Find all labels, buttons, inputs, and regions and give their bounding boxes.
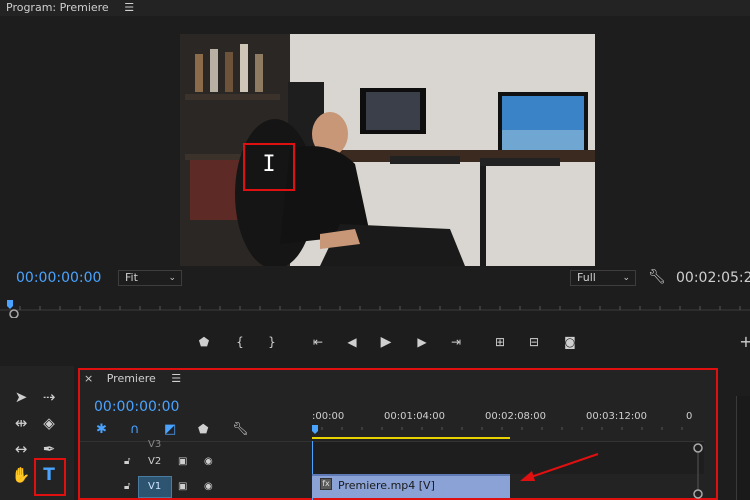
audio-meter-panel — [736, 396, 750, 500]
timeline-ruler[interactable]: :00:00 00:01:04:00 00:02:08:00 00:03:12:… — [312, 411, 712, 425]
program-monitor-header: Program: Premiere ☰ — [0, 0, 750, 16]
chevron-down-icon: ⌄ — [622, 273, 630, 283]
video-clip[interactable]: Premiere.mp4 [V] — [312, 474, 510, 498]
eye-icon[interactable]: ◉ — [204, 456, 213, 467]
export-frame-icon[interactable]: ◙ — [560, 332, 580, 352]
go-to-out-icon[interactable]: ⇥ — [446, 332, 466, 352]
go-to-in-icon[interactable]: ⇤ — [308, 332, 328, 352]
ruler-label: 00:01:04:00 — [384, 411, 446, 422]
sync-lock-icon[interactable]: ▣ — [178, 456, 187, 467]
track-area-v2-v3[interactable] — [312, 441, 704, 474]
extract-icon[interactable]: ⊟ — [524, 332, 544, 352]
pen-tool-icon[interactable]: ✒ — [38, 438, 60, 460]
slip-tool-icon[interactable]: ↔ — [10, 438, 32, 460]
track-header-v1[interactable]: 🔓︎ V1 ▣ ◉ — [80, 476, 312, 498]
vertical-scrollbar[interactable] — [690, 442, 706, 500]
ruler-label: :00:00 — [312, 411, 345, 422]
eye-icon[interactable]: ◉ — [204, 481, 213, 492]
wrench-icon[interactable]: 🔧︎ — [232, 422, 249, 437]
scrubber-ticks — [19, 306, 741, 310]
track-name: V1 — [148, 481, 162, 492]
text-cursor-icon: I — [262, 152, 276, 177]
zoom-handle[interactable] — [9, 309, 19, 318]
linked-selection-icon[interactable]: ◩ — [164, 422, 176, 437]
step-back-icon[interactable]: ◀ — [342, 332, 362, 352]
work-area-bar[interactable] — [312, 437, 510, 439]
lock-icon[interactable]: 🔓︎ — [124, 481, 130, 492]
razor-tool-icon[interactable]: ◈ — [38, 412, 60, 434]
sequence-tab[interactable]: Premiere — [107, 372, 156, 385]
sync-lock-icon[interactable]: ▣ — [178, 481, 187, 492]
lock-icon[interactable]: 🔓︎ — [124, 456, 130, 467]
transport-controls: ⬟ { } ⇤ ◀ ▶ ▶ ⇥ ⊞ ⊟ ◙ + — [0, 332, 750, 354]
program-timecode-duration: 00:02:05:24 — [676, 270, 750, 286]
zoom-level-dropdown[interactable]: Fit ⌄ — [118, 270, 182, 286]
wrench-icon[interactable]: 🔧︎ — [648, 269, 666, 285]
zoom-level-value: Fit — [125, 271, 138, 284]
playhead-icon[interactable] — [7, 300, 13, 309]
playback-resolution-dropdown[interactable]: Full ⌄ — [570, 270, 636, 286]
clip-label: Premiere.mp4 [V] — [338, 479, 435, 492]
ripple-edit-tool-icon[interactable]: ⇹ — [10, 412, 32, 434]
track-select-tool-icon[interactable]: ⇢ — [38, 386, 60, 408]
add-marker-icon[interactable]: ⬟ — [198, 422, 208, 436]
chevron-down-icon: ⌄ — [168, 273, 176, 283]
ruler-label: 0 — [686, 411, 693, 422]
ruler-label: 00:02:08:00 — [485, 411, 547, 422]
snap-icon[interactable]: ∩ — [130, 422, 140, 437]
track-name: V3 — [148, 439, 162, 450]
fx-badge-icon: fx — [320, 478, 332, 490]
program-monitor-title[interactable]: Program: Premiere — [6, 1, 109, 14]
lift-icon[interactable]: ⊞ — [490, 332, 510, 352]
playback-resolution-value: Full — [577, 271, 596, 284]
add-button-icon[interactable]: + — [736, 332, 750, 352]
program-timecode-current[interactable]: 00:00:00:00 — [16, 270, 101, 286]
timeline-header: × Premiere ☰ — [80, 372, 181, 390]
hand-tool-icon[interactable]: ✋ — [10, 464, 32, 486]
type-tool-highlight — [34, 458, 66, 496]
close-icon[interactable]: × — [84, 372, 93, 385]
mark-in-icon[interactable]: { — [230, 332, 250, 352]
mark-out-icon[interactable]: } — [262, 332, 282, 352]
hamburger-icon[interactable]: ☰ — [171, 372, 181, 385]
annotation-arrow-icon — [520, 453, 599, 481]
add-marker-icon[interactable]: ⬟ — [194, 332, 214, 352]
track-name: V2 — [148, 456, 162, 467]
timeline-playhead-icon[interactable] — [312, 425, 318, 434]
hamburger-icon[interactable]: ☰ — [124, 1, 134, 14]
step-forward-icon[interactable]: ▶ — [412, 332, 432, 352]
snap-settings-icon[interactable]: ✱ — [96, 422, 107, 437]
program-scrubber[interactable] — [0, 296, 750, 318]
ruler-label: 00:03:12:00 — [586, 411, 648, 422]
track-header-v2[interactable]: 🔓︎ V2 ▣ ◉ — [80, 453, 312, 473]
selection-tool-icon[interactable]: ➤ — [10, 386, 32, 408]
play-icon[interactable]: ▶ — [376, 332, 396, 352]
timeline-timecode[interactable]: 00:00:00:00 — [94, 399, 179, 415]
timeline-ruler-marks — [312, 425, 683, 439]
